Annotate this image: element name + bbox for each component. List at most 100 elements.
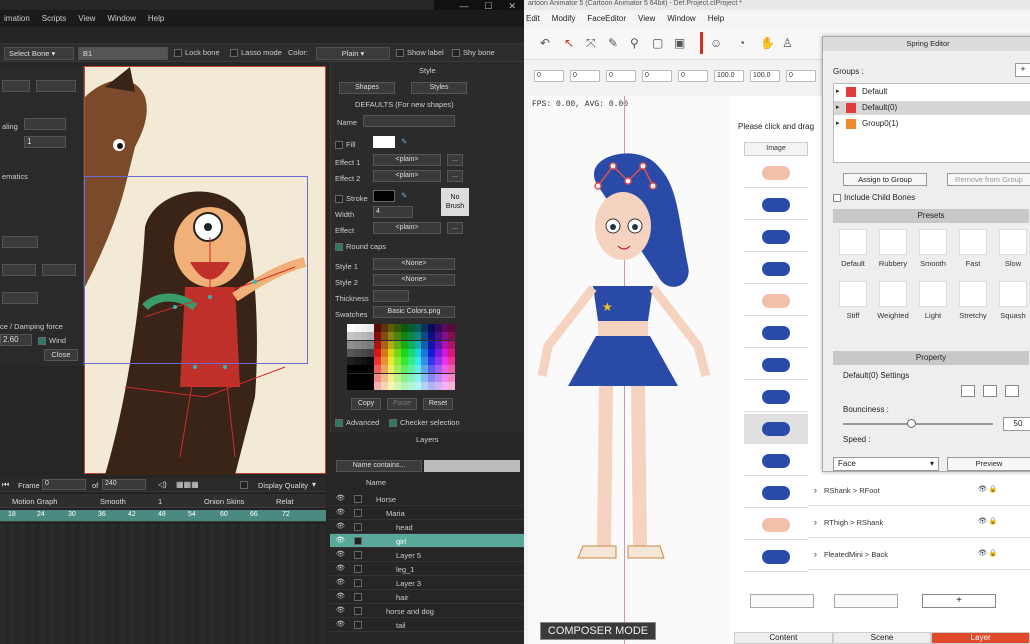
visibility-icon[interactable]: 👁: [336, 592, 345, 600]
color-swatch[interactable]: [387, 348, 395, 357]
eyedropper-icon[interactable]: ✎: [401, 191, 407, 200]
name-field[interactable]: [363, 115, 455, 127]
preset-stiff[interactable]: Stiff: [833, 281, 873, 329]
assign-to-group-button[interactable]: Assign to Group: [843, 173, 927, 186]
menu-face-editor[interactable]: FaceEditor: [587, 14, 626, 23]
color-swatch[interactable]: [421, 340, 428, 349]
sprite-thumbnail[interactable]: [744, 382, 808, 412]
sprite-thumbnail[interactable]: [744, 446, 808, 476]
menu-window[interactable]: Window: [667, 14, 695, 23]
color-swatch[interactable]: [448, 357, 455, 365]
color-swatch[interactable]: [347, 348, 354, 357]
color-swatch[interactable]: [421, 348, 428, 357]
menu-help[interactable]: Help: [708, 14, 724, 23]
expand-arrow-icon[interactable]: ›: [814, 549, 817, 559]
preset-weighted[interactable]: Weighted: [873, 281, 913, 329]
color-swatch[interactable]: [347, 340, 354, 349]
copy-button[interactable]: Copy: [351, 398, 381, 410]
color-swatch[interactable]: [401, 381, 408, 390]
color-swatch[interactable]: [360, 373, 368, 382]
color-swatch[interactable]: [407, 357, 415, 365]
expand-arrow-icon[interactable]: ›: [814, 517, 817, 527]
transform-field[interactable]: 0: [534, 70, 564, 82]
layer-row[interactable]: 👁 Maria: [330, 506, 524, 520]
transform-field[interactable]: 0: [642, 70, 672, 82]
color-swatch[interactable]: [401, 324, 408, 332]
color-swatch[interactable]: [441, 332, 449, 341]
color-swatch[interactable]: [421, 365, 428, 374]
color-swatch[interactable]: [394, 381, 401, 390]
color-swatch[interactable]: [394, 357, 401, 365]
preset-smooth[interactable]: Smooth: [913, 229, 953, 277]
layer-row[interactable]: 👁 hair: [330, 590, 524, 604]
bone-tool-icon[interactable]: ✎: [608, 36, 618, 50]
color-swatch[interactable]: [401, 340, 408, 349]
fill-checkbox[interactable]: Fill: [335, 140, 356, 150]
shapes-dropdown[interactable]: Shapes: [339, 82, 395, 94]
no-brush-button[interactable]: No Brush: [441, 188, 469, 216]
color-swatch[interactable]: [387, 373, 395, 382]
color-swatch[interactable]: [353, 381, 361, 390]
presets-header[interactable]: Presets: [833, 209, 1029, 223]
color-swatch[interactable]: [367, 381, 374, 390]
color-swatch[interactable]: [387, 324, 395, 332]
preview-icon[interactable]: ▣: [674, 36, 685, 50]
color-swatch[interactable]: [360, 365, 368, 374]
toolbar-button-2[interactable]: [834, 594, 898, 608]
wind-checkbox[interactable]: Wind: [38, 336, 66, 346]
color-swatch[interactable]: [441, 373, 449, 382]
color-swatch[interactable]: [347, 381, 354, 390]
visibility-lock-icons[interactable]: 👁 🔒: [978, 485, 998, 493]
color-swatch[interactable]: [414, 340, 422, 349]
color-swatch[interactable]: [407, 348, 415, 357]
bone-row[interactable]: › RShank > RFoot 👁 🔒: [808, 476, 1030, 506]
color-swatch[interactable]: [380, 340, 388, 349]
round-caps-checkbox[interactable]: Round caps: [335, 242, 386, 252]
effect1-dropdown[interactable]: <plain>: [373, 154, 441, 166]
layer-row[interactable]: 👁 leg_1: [330, 562, 524, 576]
sprite-thumbnail[interactable]: [744, 286, 808, 316]
color-swatch[interactable]: [360, 340, 368, 349]
stroke-checkbox[interactable]: Stroke: [335, 194, 368, 204]
visibility-icon[interactable]: 👁: [336, 522, 345, 530]
menu-modify[interactable]: Modify: [552, 14, 576, 23]
color-swatch[interactable]: [428, 332, 435, 341]
color-swatch[interactable]: [394, 332, 401, 341]
color-swatch[interactable]: [360, 324, 368, 332]
sprite-thumbnail[interactable]: [744, 478, 808, 508]
preset-fast[interactable]: Fast: [953, 229, 993, 277]
filter-input[interactable]: [424, 460, 520, 472]
menu-scripts[interactable]: Scripts: [42, 14, 66, 23]
visibility-icon[interactable]: 👁: [336, 606, 345, 614]
color-swatch[interactable]: [407, 373, 415, 382]
view-mode-icons[interactable]: ▦▦▦: [176, 480, 199, 489]
lock-toggle[interactable]: [354, 509, 362, 517]
effect-more-button[interactable]: ...: [447, 222, 463, 234]
color-swatch[interactable]: [407, 324, 415, 332]
color-swatch[interactable]: [347, 373, 354, 382]
layer-row[interactable]: 👁 Layer 5: [330, 548, 524, 562]
toolbar-button-1[interactable]: [750, 594, 814, 608]
sprite-icon[interactable]: ⚲: [630, 36, 639, 50]
save-settings-icon[interactable]: [961, 385, 975, 397]
color-swatch[interactable]: [407, 332, 415, 341]
thickness-field[interactable]: [373, 290, 409, 302]
sprite-thumbnail[interactable]: [744, 254, 808, 284]
color-swatch[interactable]: [401, 373, 408, 382]
color-swatch[interactable]: [428, 381, 435, 390]
lock-bone-checkbox[interactable]: Lock bone: [174, 48, 220, 58]
visibility-icon[interactable]: 👁: [336, 564, 345, 572]
color-swatch[interactable]: [428, 340, 435, 349]
transform-field[interactable]: 100.0: [714, 70, 744, 82]
effect2-dropdown[interactable]: <plain>: [373, 170, 441, 182]
color-swatch[interactable]: [421, 324, 428, 332]
bounciness-value-field[interactable]: 50: [1003, 417, 1030, 431]
color-swatch[interactable]: [347, 365, 354, 374]
transform-field[interactable]: 0: [606, 70, 636, 82]
transform-field[interactable]: 0: [786, 70, 816, 82]
color-swatch[interactable]: [434, 324, 442, 332]
color-swatch[interactable]: [380, 332, 388, 341]
color-swatch[interactable]: [360, 332, 368, 341]
color-swatch[interactable]: [394, 365, 401, 374]
field-a[interactable]: [2, 80, 30, 92]
